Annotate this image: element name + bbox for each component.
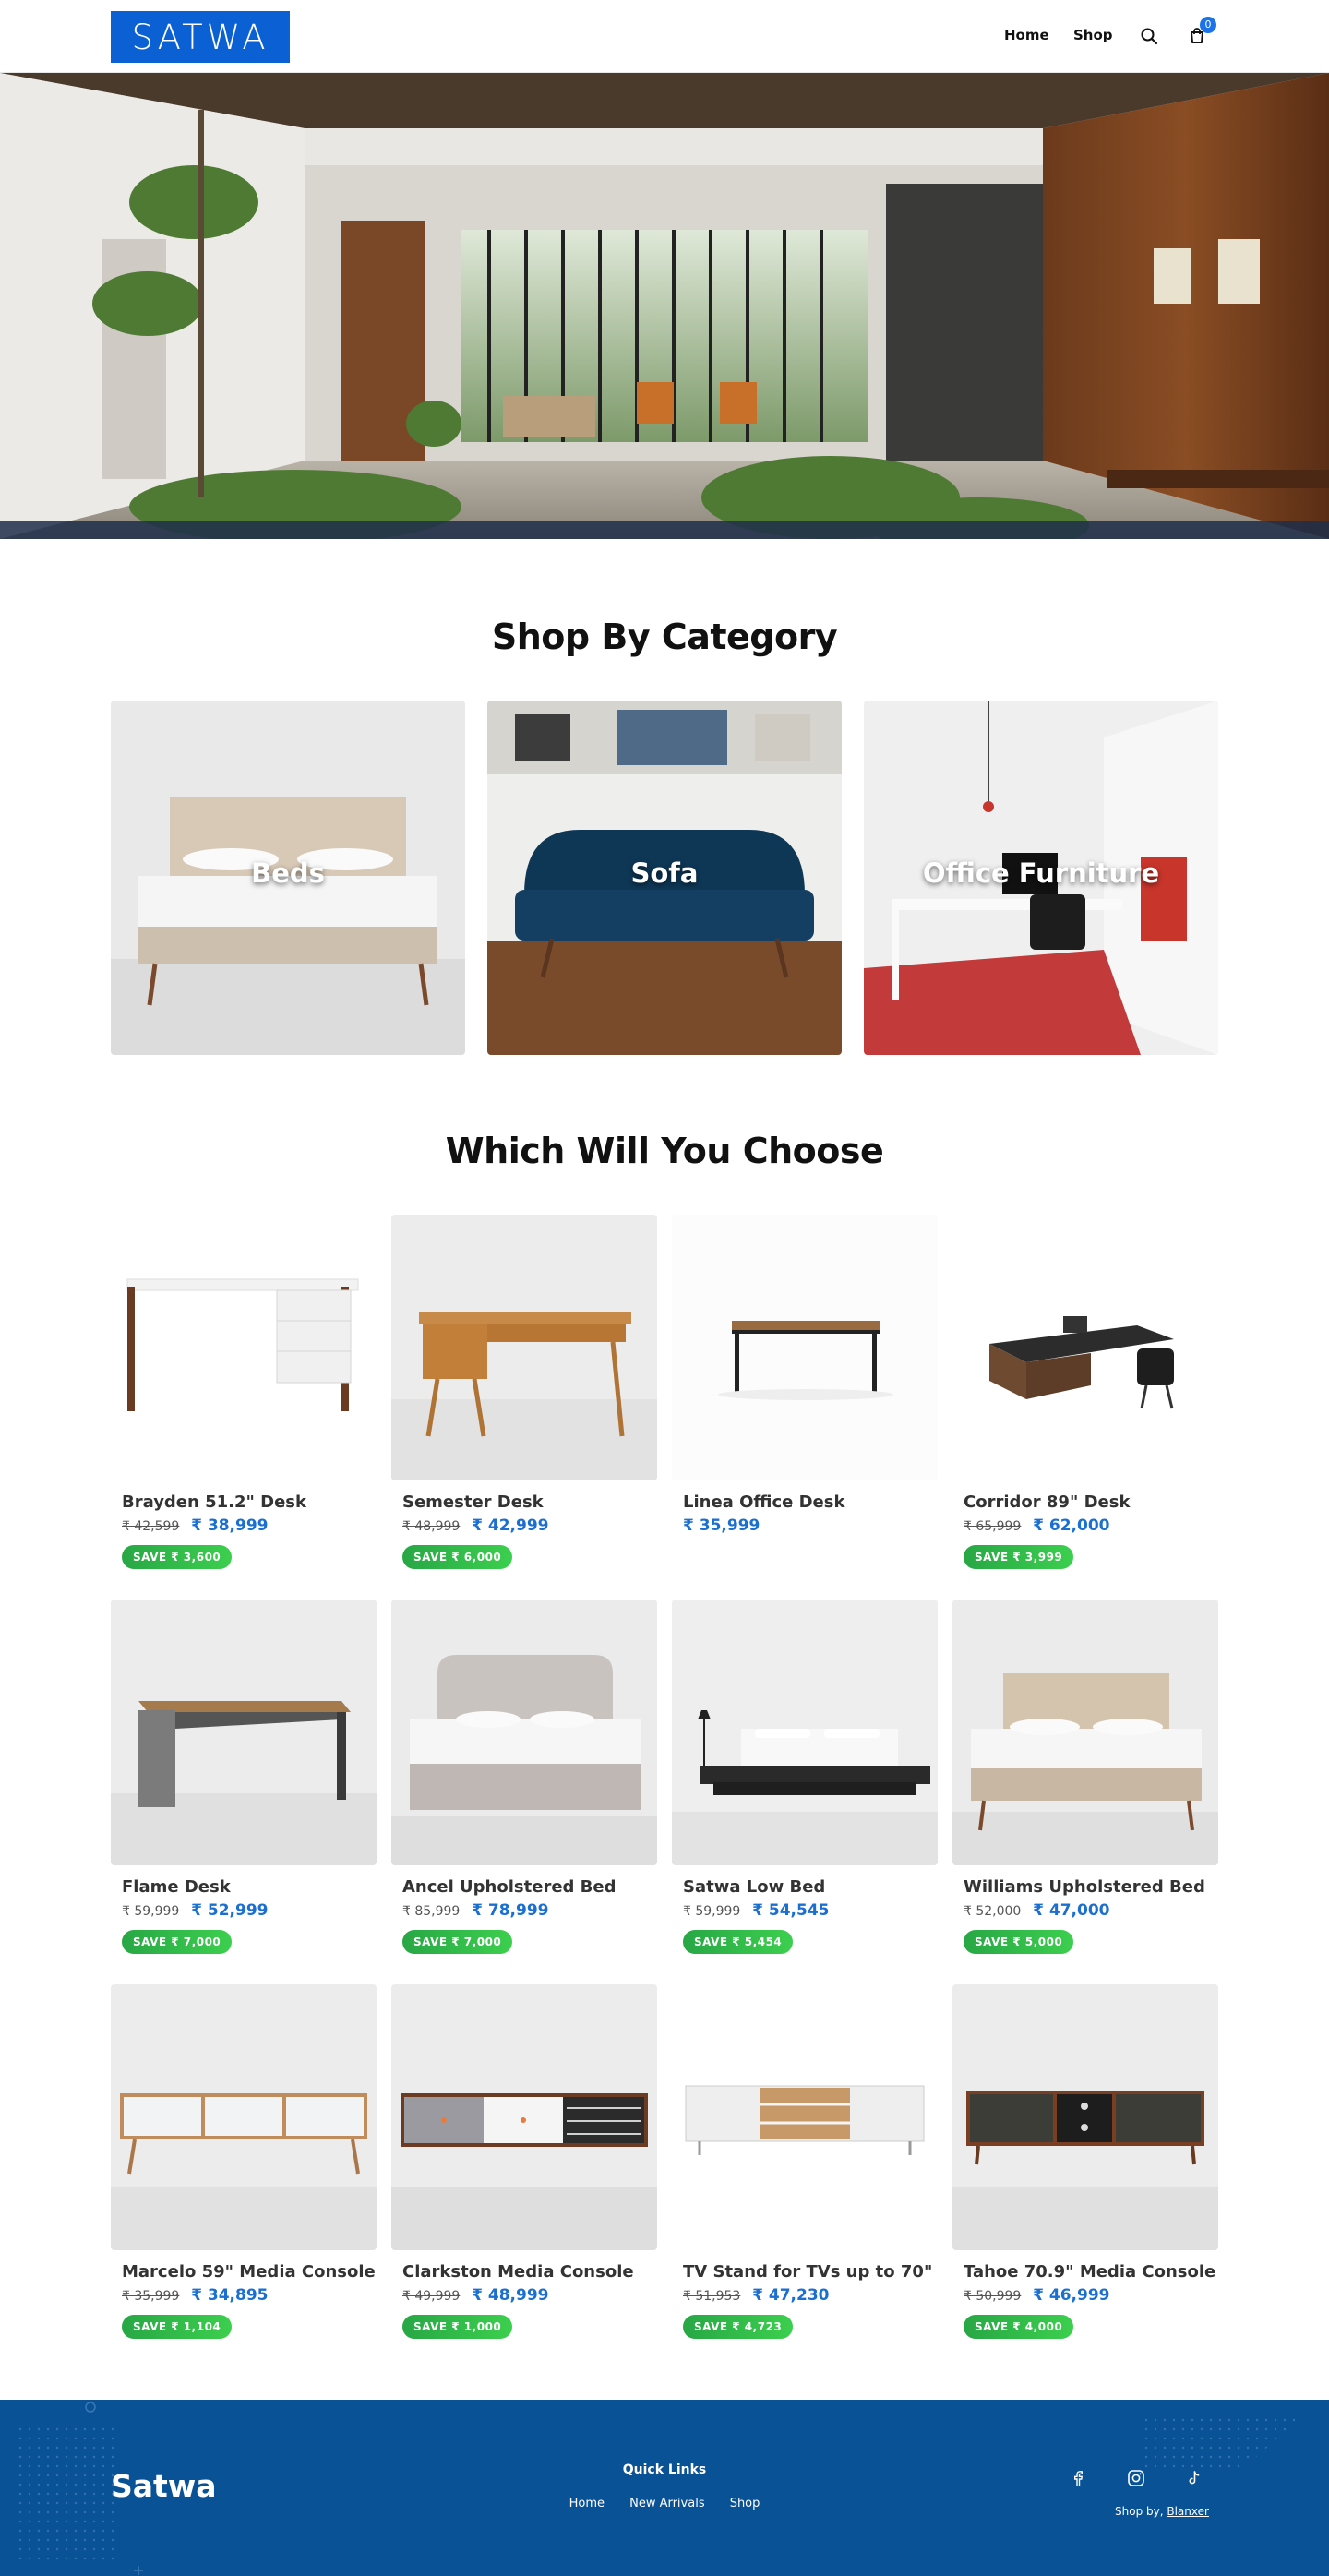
product-name: Williams Upholstered Bed [964,1877,1205,1897]
blanxer-link[interactable]: Blanxer [1167,2505,1209,2518]
product-old-price: ₹ 48,999 [402,1519,461,1534]
tiktok-icon[interactable] [1182,2466,1206,2490]
product-name: TV Stand for TVs up to 70" [683,2262,933,2282]
save-badge: SAVE ₹ 1,000 [402,2315,513,2339]
product-old-price: ₹ 49,999 [402,2289,461,2304]
category-card-sofa[interactable]: Sofa [487,701,842,1055]
product-image [952,1984,1218,2250]
product-new-price: ₹ 47,000 [1033,1901,1110,1920]
nav-home-link[interactable]: Home [1004,27,1049,43]
product-new-price: ₹ 62,000 [1033,1516,1110,1535]
product-image [952,1600,1218,1865]
shop-by-credit: Shop by, Blanxer [1115,2505,1209,2518]
product-name: Ancel Upholstered Bed [402,1877,617,1897]
product-new-price: ₹ 34,895 [191,2286,269,2305]
product-prices: ₹ 59,999 ₹ 52,999 [122,1901,268,1920]
hero-banner [0,73,1329,539]
product-image [952,1215,1218,1480]
product-prices: ₹ 85,999 ₹ 78,999 [402,1901,548,1920]
product-old-price: ₹ 42,599 [122,1519,180,1534]
product-image [111,1984,377,2250]
product-prices: ₹ 48,999 ₹ 42,999 [402,1516,548,1535]
product-name: Linea Office Desk [683,1492,845,1512]
site-header: SATWA Home Shop 0 [0,0,1329,73]
product-name: Brayden 51.2" Desk [122,1492,306,1512]
product-prices: ₹ 59,999 ₹ 54,545 [683,1901,829,1920]
product-prices: ₹ 65,999 ₹ 62,000 [964,1516,1109,1535]
save-badge: SAVE ₹ 3,999 [964,1545,1074,1569]
product-old-price: ₹ 50,999 [964,2289,1022,2304]
save-badge: SAVE ₹ 4,723 [683,2315,794,2339]
product-prices: ₹ 35,999 [683,1516,760,1535]
product-old-price: ₹ 85,999 [402,1904,461,1919]
product-name: Semester Desk [402,1492,544,1512]
product-old-price: ₹ 59,999 [122,1904,180,1919]
product-name: Corridor 89" Desk [964,1492,1131,1512]
footer-link-new-arrivals[interactable]: New Arrivals [629,2497,705,2510]
product-image [672,1215,938,1480]
product-image [672,1984,938,2250]
product-prices: ₹ 42,599 ₹ 38,999 [122,1516,268,1535]
footer-link-shop[interactable]: Shop [730,2497,760,2510]
hero-image [0,73,1329,539]
site-footer: Satwa Quick Links Home New Arrivals Shop… [0,2400,1329,2576]
product-new-price: ₹ 35,999 [683,1516,760,1535]
cart-count-badge: 0 [1200,17,1216,33]
facebook-icon[interactable] [1066,2466,1090,2490]
save-badge: SAVE ₹ 1,104 [122,2315,233,2339]
product-new-price: ₹ 48,999 [472,2286,549,2305]
product-new-price: ₹ 47,230 [752,2286,830,2305]
product-name: Tahoe 70.9" Media Console [964,2262,1216,2282]
save-badge: SAVE ₹ 5,454 [683,1930,794,1954]
product-old-price: ₹ 52,000 [964,1904,1022,1919]
site-logo[interactable]: SATWA [111,11,290,63]
search-icon[interactable] [1137,24,1161,48]
save-badge: SAVE ₹ 5,000 [964,1930,1074,1954]
product-prices: ₹ 51,953 ₹ 47,230 [683,2286,829,2305]
product-name: Clarkston Media Console [402,2262,634,2282]
product-name: Marcelo 59" Media Console [122,2262,376,2282]
product-new-price: ₹ 42,999 [472,1516,549,1535]
nav-shop-link[interactable]: Shop [1073,27,1113,43]
shop-by-prefix: Shop by, [1115,2505,1164,2518]
product-prices: ₹ 52,000 ₹ 47,000 [964,1901,1109,1920]
product-prices: ₹ 49,999 ₹ 48,999 [402,2286,548,2305]
product-new-price: ₹ 52,999 [191,1901,269,1920]
save-badge: SAVE ₹ 6,000 [402,1545,513,1569]
product-old-price: ₹ 51,953 [683,2289,741,2304]
product-prices: ₹ 35,999 ₹ 34,895 [122,2286,268,2305]
product-new-price: ₹ 78,999 [472,1901,549,1920]
product-name: Satwa Low Bed [683,1877,826,1897]
product-old-price: ₹ 59,999 [683,1904,741,1919]
save-badge: SAVE ₹ 7,000 [122,1930,233,1954]
product-image [111,1600,377,1865]
logo-text: SATWA [131,17,269,57]
product-image [111,1215,377,1480]
instagram-icon[interactable] [1124,2466,1148,2490]
product-new-price: ₹ 54,545 [752,1901,830,1920]
category-label-sofa: Sofa [630,857,699,889]
product-image [391,1600,657,1865]
product-new-price: ₹ 46,999 [1033,2286,1110,2305]
product-image [391,1215,657,1480]
category-label-beds: Beds [251,857,325,889]
product-old-price: ₹ 35,999 [122,2289,180,2304]
save-badge: SAVE ₹ 4,000 [964,2315,1074,2339]
category-card-beds[interactable]: Beds [111,701,465,1055]
category-card-office-furniture[interactable]: Office Furniture [864,701,1218,1055]
shop-by-category-title: Shop By Category [491,617,838,657]
product-old-price: ₹ 65,999 [964,1519,1022,1534]
product-new-price: ₹ 38,999 [191,1516,269,1535]
save-badge: SAVE ₹ 3,600 [122,1545,233,1569]
which-will-you-choose-title: Which Will You Choose [445,1131,884,1171]
category-label-office: Office Furniture [922,857,1160,889]
footer-link-home[interactable]: Home [569,2497,605,2510]
product-image [391,1984,657,2250]
product-image [672,1600,938,1865]
product-name: Flame Desk [122,1877,231,1897]
save-badge: SAVE ₹ 7,000 [402,1930,513,1954]
product-prices: ₹ 50,999 ₹ 46,999 [964,2286,1109,2305]
